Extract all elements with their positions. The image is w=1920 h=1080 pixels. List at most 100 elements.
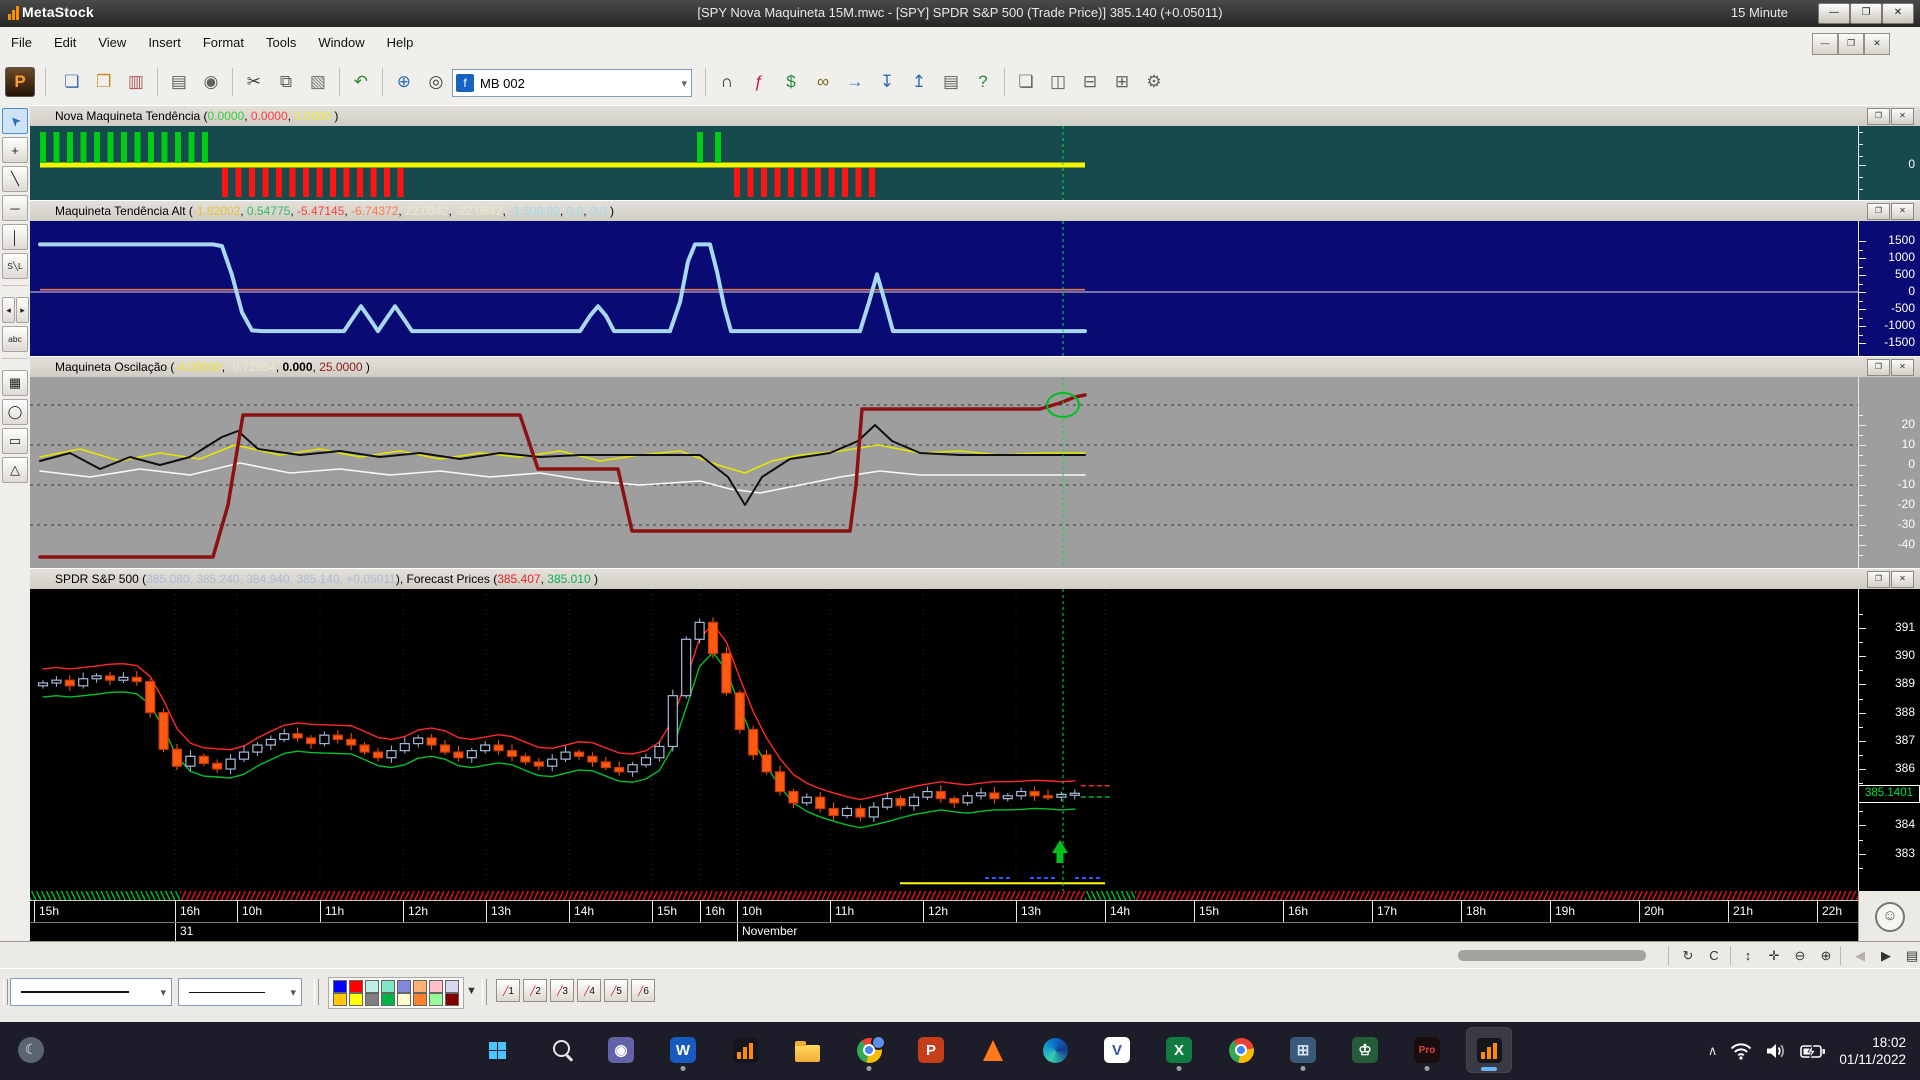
color-swatch[interactable] <box>429 993 443 1006</box>
downloader-button[interactable]: ↧ <box>872 67 902 97</box>
taskbar-edge-icon[interactable] <box>1033 1028 1077 1072</box>
taskbar-chess-icon[interactable]: ♔ <box>1343 1028 1387 1072</box>
menu-help[interactable]: Help <box>376 27 425 50</box>
color-swatch[interactable] <box>429 980 443 993</box>
color-swatch[interactable] <box>333 980 347 993</box>
menu-insert[interactable]: Insert <box>137 27 192 50</box>
horizontal-line-tool-button[interactable]: ─ <box>2 195 28 221</box>
fit-vertical-button[interactable]: ↕ <box>1736 945 1760 966</box>
panel-close-button[interactable]: ✕ <box>1891 108 1914 125</box>
chart-template-6-button[interactable]: ╱6 <box>631 979 655 1002</box>
tile-horizontal-button[interactable]: ⊟ <box>1075 67 1105 97</box>
maximize-button[interactable]: ❐ <box>1850 3 1882 24</box>
line-style-dropdown[interactable]: ▾ <box>10 978 172 1006</box>
color-swatch[interactable] <box>365 993 379 1006</box>
tray-clock[interactable]: 18:02 01/11/2022 <box>1839 1034 1906 1068</box>
menu-edit[interactable]: Edit <box>43 27 87 50</box>
the-explorer-button[interactable]: ∩ <box>712 67 742 97</box>
taskbar-metastock-icon[interactable] <box>723 1028 767 1072</box>
semilog-tool-button[interactable]: S╲L <box>2 253 28 279</box>
color-swatch[interactable] <box>365 980 379 993</box>
color-swatch[interactable] <box>349 980 363 993</box>
open-chart-button[interactable]: ❒ <box>89 67 119 97</box>
forecaster-button[interactable]: → <box>840 67 870 97</box>
report-button[interactable]: ▤ <box>936 67 966 97</box>
tile-vertical-button[interactable]: ⊞ <box>1107 67 1137 97</box>
taskbar-chrome-profile-icon[interactable] <box>847 1028 891 1072</box>
zoom-tool-button[interactable]: ◎ <box>421 67 451 97</box>
panel-maximize-button[interactable]: ❐ <box>1867 359 1890 376</box>
menu-file[interactable]: File <box>0 27 43 50</box>
prev-chart-button[interactable]: ◀ <box>1848 945 1872 966</box>
print-preview-button[interactable]: ◉ <box>196 67 226 97</box>
tile-windows-button[interactable]: ◫ <box>1043 67 1073 97</box>
taskbar-search-icon[interactable] <box>537 1028 581 1072</box>
taskbar-excel-icon[interactable]: X <box>1157 1028 1201 1072</box>
symbol-combo[interactable]: f MB 002 ▾ <box>452 69 692 97</box>
toolbar-grip[interactable] <box>482 979 487 1005</box>
color-swatch[interactable] <box>381 980 395 993</box>
next-chart-button[interactable]: ▶ <box>1874 945 1898 966</box>
child-minimize-button[interactable]: — <box>1812 33 1838 55</box>
color-swatch[interactable] <box>413 993 427 1006</box>
color-swatch[interactable] <box>381 993 395 1006</box>
toolbar-grip[interactable] <box>314 979 319 1005</box>
taskbar-word-icon[interactable]: W <box>661 1028 705 1072</box>
panel-maximize-button[interactable]: ❐ <box>1867 108 1890 125</box>
taskbar-metastock-active-icon[interactable] <box>1467 1028 1511 1072</box>
chart-template-3-button[interactable]: ╱3 <box>550 979 574 1002</box>
chart-template-1-button[interactable]: ╱1 <box>496 979 520 1002</box>
color-swatch[interactable] <box>413 980 427 993</box>
vertical-line-tool-button[interactable]: │ <box>2 224 28 250</box>
menu-tools[interactable]: Tools <box>255 27 307 50</box>
color-swatch[interactable] <box>445 980 459 993</box>
crosshair-pointer-button[interactable]: ⊕ <box>389 67 419 97</box>
expert-advisor-button[interactable]: ∞ <box>808 67 838 97</box>
panel-2-chart[interactable] <box>30 221 1858 356</box>
pan-button[interactable]: ✛ <box>1762 945 1786 966</box>
moon-icon[interactable]: ☾ <box>18 1037 44 1063</box>
taskbar-file-explorer-icon[interactable] <box>785 1028 829 1072</box>
panel-4-chart[interactable] <box>30 589 1858 891</box>
panel-1-chart[interactable] <box>30 126 1858 200</box>
taskbar-visio-icon[interactable]: V <box>1095 1028 1139 1072</box>
color-swatch[interactable] <box>445 993 459 1006</box>
color-swatch[interactable] <box>333 993 347 1006</box>
rectangle-tool-button[interactable]: ▭ <box>2 428 28 454</box>
print-button[interactable]: ▤ <box>164 67 194 97</box>
battery-charging-icon[interactable] <box>1800 1044 1826 1059</box>
triangle-tool-button[interactable]: △ <box>2 457 28 483</box>
refresh-button[interactable]: ↻ <box>1676 945 1700 966</box>
refresh-data-button[interactable]: ↥ <box>904 67 934 97</box>
line-weight-dropdown[interactable]: ▾ <box>178 978 302 1006</box>
panel-close-button[interactable]: ✕ <box>1891 359 1914 376</box>
crosshair-tool-button[interactable]: + <box>2 137 28 163</box>
chart-template-2-button[interactable]: ╱2 <box>523 979 547 1002</box>
zoom-in-button[interactable]: ⊕ <box>1814 945 1838 966</box>
panel-maximize-button[interactable]: ❐ <box>1867 203 1890 220</box>
scroll-right-button[interactable]: ▸ <box>16 297 29 323</box>
ellipse-tool-button[interactable]: ◯ <box>2 399 28 425</box>
chart-template-4-button[interactable]: ╱4 <box>577 979 601 1002</box>
wifi-icon[interactable] <box>1730 1042 1752 1060</box>
grid-tool-button[interactable]: ▦ <box>2 370 28 396</box>
power-console-button[interactable]: P <box>5 67 35 97</box>
text-tool-button[interactable]: abc <box>2 326 28 352</box>
cut-button[interactable]: ✂ <box>239 67 269 97</box>
panel-3-chart[interactable] <box>30 377 1858 568</box>
undo-button[interactable]: ↶ <box>346 67 376 97</box>
smiley-button[interactable]: ☺ <box>1875 902 1905 932</box>
color-swatch[interactable] <box>397 980 411 993</box>
window-options-button[interactable]: ⚙ <box>1139 67 1169 97</box>
child-close-button[interactable]: ✕ <box>1864 33 1890 55</box>
chart-list-button[interactable]: ▤ <box>1900 945 1920 966</box>
scroll-left-button[interactable]: ◂ <box>2 297 15 323</box>
close-button[interactable]: ✕ <box>1882 3 1914 24</box>
paste-button[interactable]: ▧ <box>303 67 333 97</box>
taskbar-vlc-icon[interactable] <box>971 1028 1015 1072</box>
volume-icon[interactable] <box>1765 1042 1787 1060</box>
palette-dropdown-arrow[interactable]: ▼ <box>466 985 477 997</box>
c-button-button[interactable]: C <box>1702 945 1726 966</box>
minimize-button[interactable]: — <box>1818 3 1850 24</box>
taskbar-teams-chat-icon[interactable]: ◉ <box>599 1028 643 1072</box>
